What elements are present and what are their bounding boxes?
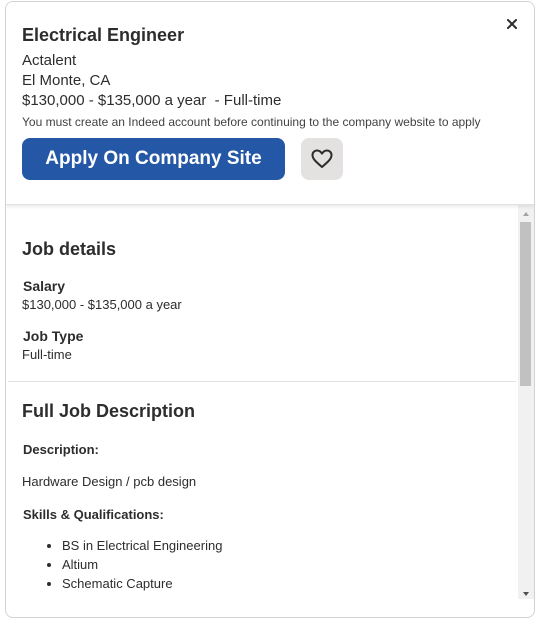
list-item: BS in Electrical Engineering [62, 536, 222, 555]
list-item: Altium [62, 555, 222, 574]
section-divider [8, 381, 516, 382]
description-label: Description: [23, 442, 99, 457]
close-button[interactable] [504, 16, 520, 32]
salary-summary: $130,000 - $135,000 a year - Full-time [22, 92, 282, 109]
job-location: El Monte, CA [22, 72, 111, 89]
company-name[interactable]: Actalent [22, 52, 76, 69]
scrollbar[interactable] [518, 205, 534, 599]
job-type-value: Full-time [22, 347, 72, 362]
heart-icon [311, 149, 333, 168]
job-body[interactable]: Job details Salary $130,000 - $135,000 a… [6, 205, 518, 617]
save-job-button[interactable] [301, 138, 343, 180]
skills-list: BS in Electrical Engineering Altium Sche… [22, 536, 222, 593]
account-notice: You must create an Indeed account before… [22, 115, 481, 129]
salary-label: Salary [23, 278, 66, 294]
description-text: Hardware Design / pcb design [22, 474, 197, 489]
job-title: Electrical Engineer [22, 25, 185, 45]
job-panel: Electrical Engineer Actalent El Monte, C… [5, 1, 535, 618]
skills-label: Skills & Qualifications: [23, 507, 164, 522]
scroll-down-arrow-icon[interactable] [518, 587, 534, 601]
full-description-heading: Full Job Description [22, 401, 196, 421]
job-details-heading: Job details [22, 239, 117, 259]
scroll-thumb[interactable] [520, 222, 531, 386]
scroll-up-arrow-icon[interactable] [518, 207, 534, 221]
salary-value: $130,000 - $135,000 a year [22, 297, 182, 312]
job-type-label: Job Type [23, 328, 84, 344]
apply-button[interactable]: Apply On Company Site [22, 138, 285, 180]
close-icon [507, 19, 517, 29]
job-header: Electrical Engineer Actalent El Monte, C… [6, 2, 534, 205]
list-item: Schematic Capture [62, 574, 222, 593]
